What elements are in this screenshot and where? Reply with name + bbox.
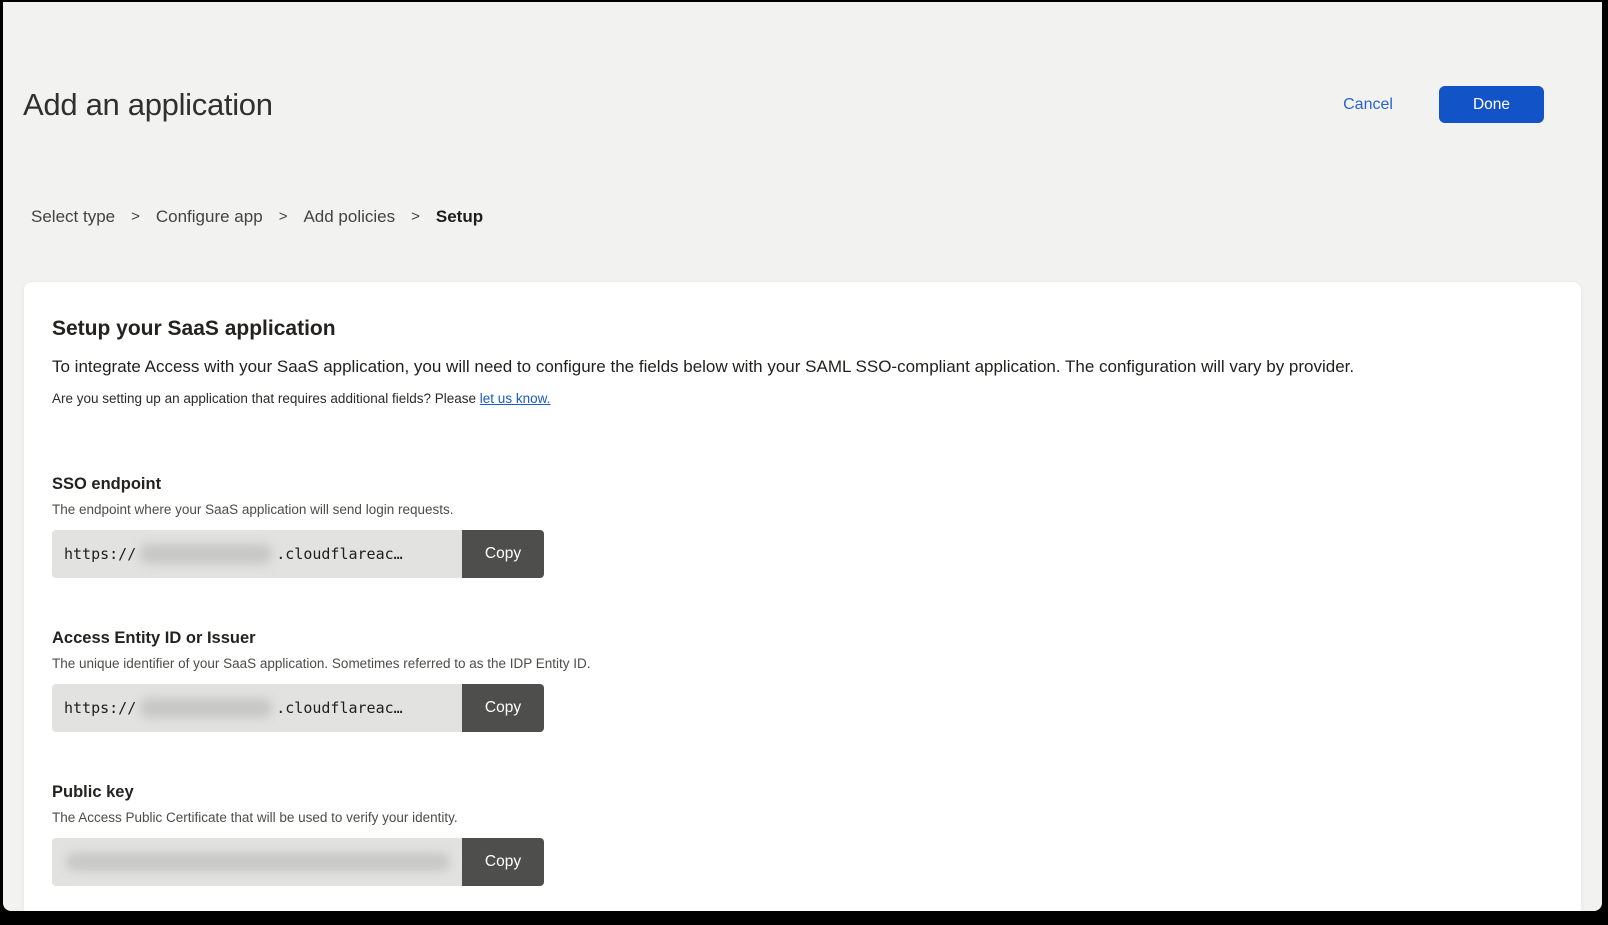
card-intro: To integrate Access with your SaaS appli…	[52, 356, 1553, 378]
redacted-value-blur	[66, 853, 450, 871]
breadcrumb-item-setup: Setup	[436, 206, 483, 227]
access-entity-id-value-row: https:// .cloudflareac… Copy	[52, 684, 544, 732]
copy-button[interactable]: Copy	[462, 684, 544, 732]
public-key-value	[52, 838, 462, 886]
value-prefix: https://	[64, 699, 136, 717]
cancel-button[interactable]: Cancel	[1337, 95, 1399, 115]
redacted-value-blur	[140, 698, 272, 718]
value-suffix: .cloudflareac…	[276, 545, 402, 563]
page: Add an application Cancel Done Select ty…	[3, 2, 1602, 911]
field-sso-endpoint: SSO endpoint The endpoint where your Saa…	[52, 474, 1553, 578]
breadcrumb-item-add-policies[interactable]: Add policies	[303, 206, 395, 227]
page-header: Add an application Cancel Done	[23, 64, 1582, 146]
value-prefix: https://	[64, 545, 136, 563]
card-note-text: Are you setting up an application that r…	[52, 391, 476, 406]
breadcrumb-separator: >	[279, 206, 288, 227]
field-label: SSO endpoint	[52, 474, 1553, 494]
screenshot-frame: Add an application Cancel Done Select ty…	[0, 0, 1608, 925]
setup-card: Setup your SaaS application To integrate…	[23, 281, 1582, 911]
card-note: Are you setting up an application that r…	[52, 390, 1553, 408]
field-label: Access Entity ID or Issuer	[52, 628, 1553, 648]
field-description: The endpoint where your SaaS application…	[52, 502, 1553, 518]
breadcrumb-item-select-type[interactable]: Select type	[31, 206, 115, 227]
field-access-entity-id: Access Entity ID or Issuer The unique id…	[52, 628, 1553, 732]
header-actions: Cancel Done	[1337, 86, 1582, 123]
copy-button[interactable]: Copy	[462, 838, 544, 886]
field-description: The Access Public Certificate that will …	[52, 810, 1553, 826]
sso-endpoint-value: https:// .cloudflareac…	[52, 530, 462, 578]
value-suffix: .cloudflareac…	[276, 699, 402, 717]
public-key-value-row: Copy	[52, 838, 544, 886]
breadcrumb-item-configure-app[interactable]: Configure app	[156, 206, 263, 227]
page-title: Add an application	[23, 85, 273, 125]
sso-endpoint-value-row: https:// .cloudflareac… Copy	[52, 530, 544, 578]
card-heading: Setup your SaaS application	[52, 316, 1553, 342]
field-label: Public key	[52, 782, 1553, 802]
breadcrumb: Select type > Configure app > Add polici…	[23, 206, 1582, 227]
breadcrumb-separator: >	[411, 206, 420, 227]
field-public-key: Public key The Access Public Certificate…	[52, 782, 1553, 886]
done-button[interactable]: Done	[1439, 86, 1544, 123]
field-description: The unique identifier of your SaaS appli…	[52, 656, 1553, 672]
access-entity-id-value: https:// .cloudflareac…	[52, 684, 462, 732]
let-us-know-link[interactable]: let us know.	[480, 391, 551, 406]
breadcrumb-separator: >	[131, 206, 140, 227]
copy-button[interactable]: Copy	[462, 530, 544, 578]
redacted-value-blur	[140, 544, 272, 564]
